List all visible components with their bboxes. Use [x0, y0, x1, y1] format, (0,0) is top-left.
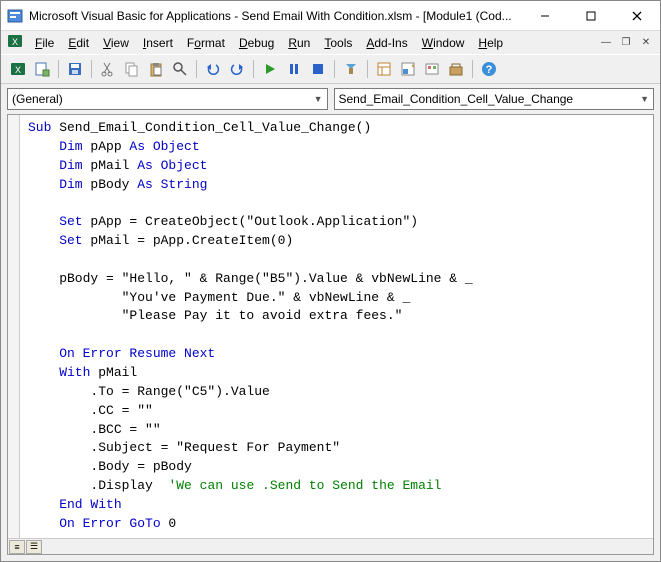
redo-button[interactable] — [226, 58, 248, 80]
view-excel-button[interactable]: X — [7, 58, 29, 80]
mdi-minimize-button[interactable]: — — [598, 36, 614, 50]
reset-button[interactable] — [307, 58, 329, 80]
code-gutter — [8, 115, 20, 538]
close-button[interactable] — [614, 1, 660, 30]
code-editor[interactable]: Sub Send_Email_Condition_Cell_Value_Chan… — [20, 115, 653, 538]
window-title: Microsoft Visual Basic for Applications … — [29, 9, 522, 23]
run-button[interactable] — [259, 58, 281, 80]
menu-addins[interactable]: Add-Ins — [360, 34, 413, 52]
chevron-down-icon: ▼ — [314, 94, 323, 104]
titlebar: Microsoft Visual Basic for Applications … — [1, 1, 660, 31]
menu-help[interactable]: Help — [472, 34, 509, 52]
find-button[interactable] — [169, 58, 191, 80]
svg-text:X: X — [12, 37, 18, 47]
vba-app-icon — [7, 8, 23, 24]
copy-button[interactable] — [121, 58, 143, 80]
menu-debug[interactable]: Debug — [233, 34, 280, 52]
code-window: Sub Send_Email_Condition_Cell_Value_Chan… — [7, 114, 654, 555]
menu-run[interactable]: Run — [282, 34, 316, 52]
cut-button[interactable] — [97, 58, 119, 80]
object-dropdown[interactable]: (General) ▼ — [7, 88, 328, 110]
procedure-dropdown[interactable]: Send_Email_Condition_Cell_Value_Change ▼ — [334, 88, 655, 110]
code-scroll[interactable]: Sub Send_Email_Condition_Cell_Value_Chan… — [8, 115, 653, 538]
maximize-button[interactable] — [568, 1, 614, 30]
procedure-view-button[interactable]: ≡ — [9, 540, 25, 554]
object-dropdown-value: (General) — [12, 92, 314, 106]
undo-button[interactable] — [202, 58, 224, 80]
menu-view[interactable]: View — [97, 34, 135, 52]
menubar: X File Edit View Insert Format Debug Run… — [1, 31, 660, 54]
mdi-restore-button[interactable]: ❐ — [618, 36, 634, 50]
menu-window[interactable]: Window — [416, 34, 471, 52]
chevron-down-icon: ▼ — [640, 94, 649, 104]
menu-tools[interactable]: Tools — [318, 34, 358, 52]
minimize-button[interactable] — [522, 1, 568, 30]
paste-button[interactable] — [145, 58, 167, 80]
view-mode-buttons: ≡ ☰ — [8, 538, 653, 554]
toolbox-button[interactable] — [445, 58, 467, 80]
full-module-view-button[interactable]: ☰ — [26, 540, 42, 554]
window-controls — [522, 1, 660, 30]
properties-button[interactable] — [397, 58, 419, 80]
object-browser-button[interactable] — [421, 58, 443, 80]
break-button[interactable] — [283, 58, 305, 80]
menu-file[interactable]: File — [29, 34, 60, 52]
design-mode-button[interactable] — [340, 58, 362, 80]
menu-edit[interactable]: Edit — [62, 34, 95, 52]
project-explorer-button[interactable] — [373, 58, 395, 80]
procedure-dropdown-value: Send_Email_Condition_Cell_Value_Change — [339, 92, 641, 106]
menu-format[interactable]: Format — [181, 34, 231, 52]
svg-text:?: ? — [486, 64, 493, 76]
menu-insert[interactable]: Insert — [137, 34, 179, 52]
svg-text:X: X — [15, 65, 21, 75]
insert-module-button[interactable] — [31, 58, 53, 80]
excel-small-icon[interactable]: X — [7, 33, 23, 52]
dropdown-row: (General) ▼ Send_Email_Condition_Cell_Va… — [1, 84, 660, 114]
save-button[interactable] — [64, 58, 86, 80]
toolbar: X ? — [1, 54, 660, 84]
mdi-close-button[interactable]: ✕ — [638, 36, 654, 50]
help-button[interactable]: ? — [478, 58, 500, 80]
